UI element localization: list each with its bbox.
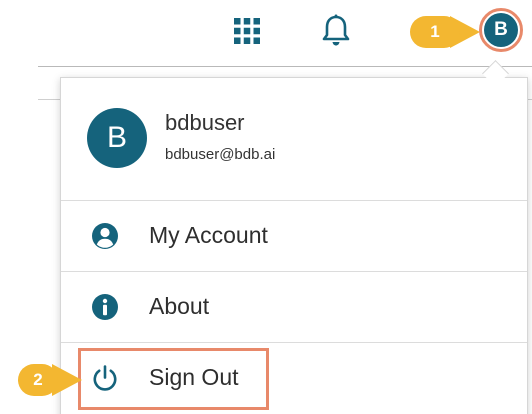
callout-number: 2 <box>18 364 58 396</box>
user-avatar: B <box>87 108 147 168</box>
info-icon <box>91 293 119 321</box>
callout-number: 1 <box>410 16 460 48</box>
bell-icon[interactable] <box>321 14 351 48</box>
power-icon <box>91 364 119 392</box>
user-info-header: B bdbuser bdbuser@bdb.ai <box>61 78 527 201</box>
menu-item-label: My Account <box>149 222 268 248</box>
profile-dropdown-menu: B bdbuser bdbuser@bdb.ai My Account Abou… <box>60 77 528 414</box>
user-name: bdbuser <box>165 110 245 135</box>
apps-grid-icon[interactable] <box>233 17 261 45</box>
profile-avatar-button[interactable]: B <box>479 8 523 52</box>
menu-item-label: Sign Out <box>149 364 239 390</box>
step-1-callout: 1 <box>410 16 480 48</box>
user-circle-icon <box>91 222 119 250</box>
menu-item-sign-out[interactable]: Sign Out <box>61 343 527 413</box>
menu-item-my-account[interactable]: My Account <box>61 201 527 272</box>
step-2-callout: 2 <box>18 364 82 396</box>
user-email: bdbuser@bdb.ai <box>165 146 276 163</box>
app-screen: 1 B B bdbuser bdbuser@bdb.ai My Account <box>0 0 532 414</box>
menu-item-label: About <box>149 293 210 319</box>
avatar-initial: B <box>484 13 518 47</box>
menu-item-about[interactable]: About <box>61 272 527 343</box>
